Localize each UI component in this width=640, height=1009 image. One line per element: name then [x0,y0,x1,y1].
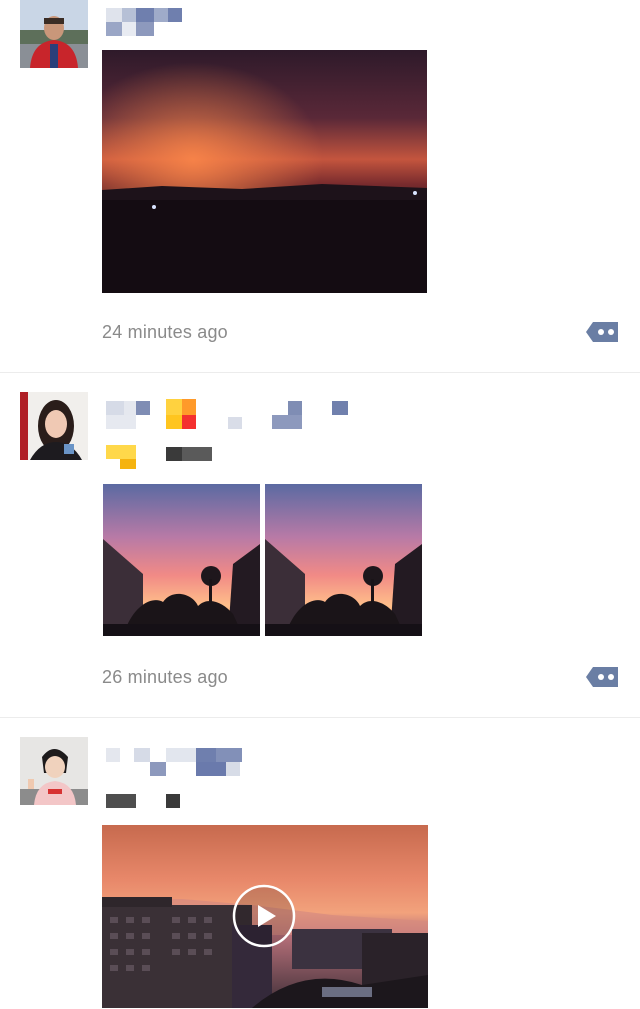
comment-button[interactable] [586,320,620,344]
post-photo[interactable] [103,484,260,636]
post-photo[interactable] [265,484,422,636]
username-redacted[interactable] [104,397,354,429]
feed-post: 24 minutes ago [0,0,640,372]
post-text-redacted [104,792,204,824]
comment-dots-icon [586,667,618,687]
avatar[interactable] [20,392,88,460]
play-icon [232,884,296,948]
comment-button[interactable] [586,665,620,689]
post-timestamp: 24 minutes ago [102,322,228,342]
comment-dots-icon [586,322,618,342]
feed-post [0,718,640,1009]
avatar[interactable] [20,0,88,68]
play-button[interactable] [231,883,297,949]
post-photo[interactable] [102,50,427,293]
feed-post: 26 minutes ago [0,373,640,717]
username-redacted[interactable] [104,6,194,38]
post-text-redacted [104,443,224,475]
avatar[interactable] [20,737,88,805]
username-redacted[interactable] [104,746,254,778]
post-timestamp: 26 minutes ago [102,667,228,687]
